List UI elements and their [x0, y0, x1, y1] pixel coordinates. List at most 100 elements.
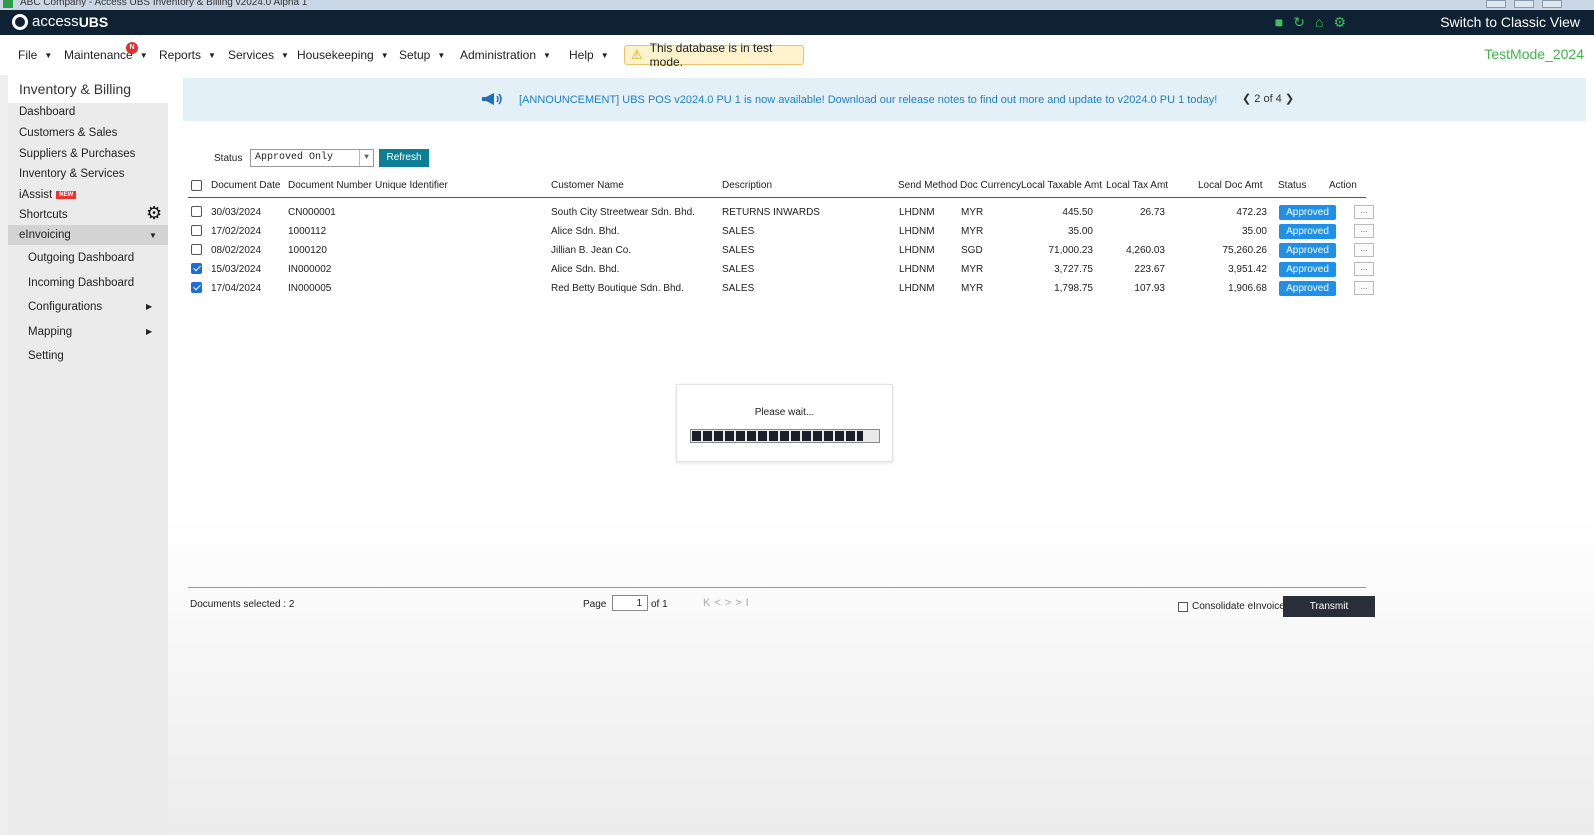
row-checkbox[interactable]	[191, 206, 202, 217]
menu-maintenance[interactable]: Maintenance ▼ N	[64, 42, 148, 62]
cell-description: RETURNS INWARDS	[722, 207, 820, 218]
sidebar-item-outgoing-dashboard[interactable]: Outgoing Dashboard	[28, 252, 134, 264]
col-local-taxable-amt[interactable]: Local Taxable Amt	[1021, 180, 1102, 191]
row-action-button[interactable]: ...	[1354, 224, 1374, 238]
col-local-tax-amt[interactable]: Local Tax Amt	[1106, 180, 1168, 191]
row-action-button[interactable]: ...	[1354, 205, 1374, 219]
sidebar-item-mapping[interactable]: Mapping ▶	[28, 326, 152, 338]
close-button[interactable]	[1542, 0, 1562, 8]
cell-document-date: 17/04/2024	[211, 283, 262, 294]
sidebar-item-einvoicing[interactable]: eInvoicing ▼	[8, 225, 168, 245]
logo-ring-icon	[12, 13, 28, 30]
home-icon[interactable]: ⌂	[1315, 14, 1323, 30]
cell-doc-currency: MYR	[961, 226, 984, 237]
row-action-button[interactable]: ...	[1354, 262, 1374, 276]
settings-icon[interactable]: ⚙	[1333, 14, 1346, 30]
save-icon[interactable]: ■	[1275, 14, 1283, 30]
menu-help[interactable]: Help ▼	[569, 48, 609, 62]
cell-document-date: 30/03/2024	[211, 207, 262, 218]
table-row[interactable]: 17/04/2024 IN000005 Red Betty Boutique Sdn…	[188, 279, 1374, 298]
menu-services[interactable]: Services ▼	[228, 48, 289, 62]
row-checkbox[interactable]	[191, 263, 202, 274]
minimize-button[interactable]	[1486, 0, 1506, 8]
switch-classic-view-link[interactable]: Switch to Classic View	[1440, 14, 1580, 30]
cell-document-number: 1000112	[288, 226, 327, 237]
menu-setup[interactable]: Setup ▼	[399, 48, 445, 62]
menu-reports[interactable]: Reports ▼	[159, 48, 216, 62]
menu-file[interactable]: File ▼	[18, 48, 52, 62]
app-header: access UBS ■ ↻ ⌂ ⚙ Switch to Classic View	[0, 10, 1594, 35]
first-page-icon[interactable]: K	[703, 597, 714, 609]
col-document-date[interactable]: Document Date	[211, 180, 280, 191]
page-number-input[interactable]: 1	[612, 595, 648, 611]
sidebar-item-iassist-label: iAssist	[19, 189, 53, 201]
next-page-icon[interactable]: >	[725, 597, 735, 609]
table-row[interactable]: 30/03/2024 CN000001 South City Streetwear …	[188, 203, 1374, 222]
caret-down-icon: ▼	[44, 50, 53, 60]
transmit-button[interactable]: Transmit	[1283, 596, 1375, 617]
page-label: Page	[583, 599, 607, 610]
row-checkbox[interactable]	[191, 244, 202, 255]
sidebar-item-shortcuts[interactable]: Shortcuts	[19, 209, 68, 221]
row-action-button[interactable]: ...	[1354, 243, 1374, 257]
sidebar-item-suppliers-purchases[interactable]: Suppliers & Purchases	[19, 148, 135, 160]
prev-page-icon[interactable]: <	[714, 597, 724, 609]
menu-help-label: Help	[569, 48, 594, 62]
menu-maintenance-label: Maintenance	[64, 48, 133, 62]
maximize-button[interactable]	[1514, 0, 1534, 8]
chevron-down-icon[interactable]: ▼	[359, 150, 373, 166]
sidebar-item-inventory-services[interactable]: Inventory & Services	[19, 168, 124, 180]
sidebar-item-iassist[interactable]: iAssist NEW	[19, 189, 77, 201]
sidebar-item-customers-sales[interactable]: Customers & Sales	[19, 127, 117, 139]
col-local-doc-amt[interactable]: Local Doc Amt	[1198, 180, 1262, 191]
sidebar-item-incoming-dashboard[interactable]: Incoming Dashboard	[28, 277, 134, 289]
consolidate-einvoice-label: Consolidate eInvoice	[1192, 601, 1285, 612]
col-unique-identifier[interactable]: Unique Identifier	[375, 180, 448, 191]
cell-description: SALES	[722, 264, 755, 275]
announcement-text[interactable]: [ANNOUNCEMENT] UBS POS v2024.0 PU 1 is n…	[519, 94, 1217, 106]
cell-customer-name: Jillian B. Jean Co.	[551, 245, 632, 256]
prev-announcement-icon[interactable]: ❮	[1242, 93, 1251, 105]
cell-customer-name: Alice Sdn. Bhd.	[551, 226, 620, 237]
consolidate-einvoice-checkbox[interactable]	[1178, 601, 1188, 612]
sidebar-item-setting[interactable]: Setting	[28, 350, 64, 362]
table-row[interactable]: 17/02/2024 1000112 Alice Sdn. Bhd. SALES LHD…	[188, 222, 1374, 241]
table-row[interactable]: 08/02/2024 1000120 Jillian B. Jean Co. SALE…	[188, 241, 1374, 260]
col-document-number[interactable]: Document Number	[288, 180, 372, 191]
cell-send-method: LHDNM	[899, 245, 935, 256]
new-badge: NEW	[56, 190, 77, 199]
menu-administration[interactable]: Administration ▼	[460, 48, 551, 62]
sidebar-item-mapping-label: Mapping	[28, 326, 73, 338]
row-action-button[interactable]: ...	[1354, 281, 1374, 295]
menu-housekeeping[interactable]: Housekeeping ▼	[297, 48, 389, 62]
sidebar-item-configurations[interactable]: Configurations ▶	[28, 301, 152, 313]
col-status[interactable]: Status	[1278, 180, 1306, 191]
select-all-checkbox[interactable]	[191, 180, 202, 191]
cell-description: SALES	[722, 245, 755, 256]
last-page-icon[interactable]: >I	[735, 597, 752, 609]
col-description[interactable]: Description	[722, 180, 772, 191]
megaphone-icon	[482, 93, 502, 105]
consolidate-einvoice-option[interactable]: Consolidate eInvoice	[1178, 601, 1285, 612]
col-customer-name[interactable]: Customer Name	[551, 180, 624, 191]
table-row[interactable]: 15/03/2024 IN000002 Alice Sdn. Bhd. SALES LH…	[188, 260, 1374, 279]
cell-send-method: LHDNM	[899, 264, 935, 275]
shortcuts-gear-icon[interactable]: ⚙	[146, 203, 162, 224]
next-announcement-icon[interactable]: ❯	[1285, 93, 1294, 105]
cell-local-doc-amt: 35.00	[1241, 226, 1267, 237]
cell-customer-name: Red Betty Boutique Sdn. Bhd.	[551, 283, 684, 294]
row-checkbox[interactable]	[191, 282, 202, 293]
cell-document-date: 08/02/2024	[211, 245, 262, 256]
row-checkbox[interactable]	[191, 225, 202, 236]
col-doc-currency[interactable]: Doc Currency	[960, 180, 1021, 191]
menu-reports-label: Reports	[159, 48, 202, 62]
sidebar-item-dashboard[interactable]: Dashboard	[19, 106, 75, 118]
cell-document-date: 17/02/2024	[211, 226, 262, 237]
col-send-method[interactable]: Send Method	[898, 180, 958, 191]
refresh-icon[interactable]: ↻	[1293, 14, 1305, 30]
progress-bar-fill	[692, 431, 864, 441]
col-action[interactable]: Action	[1329, 180, 1357, 191]
status-filter-select[interactable]: Approved Only ▼	[250, 149, 374, 167]
refresh-button[interactable]: Refresh	[379, 149, 429, 167]
cell-local-tax-amt: 107.93	[1134, 283, 1165, 294]
